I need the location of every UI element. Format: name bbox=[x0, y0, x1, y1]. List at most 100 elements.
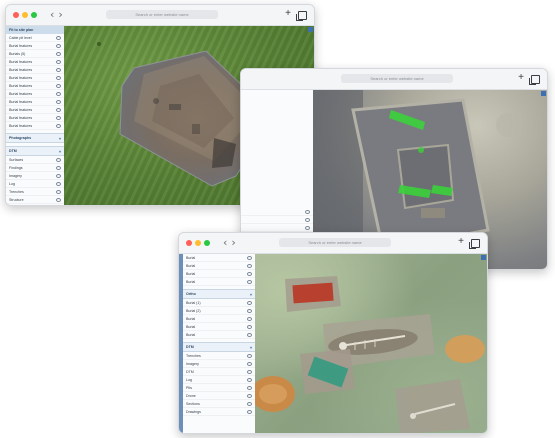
plus-icon[interactable]: + bbox=[518, 72, 524, 84]
layer-item[interactable]: Burial bbox=[183, 278, 255, 286]
layer-item[interactable]: Trenches bbox=[183, 352, 255, 360]
layer-item[interactable]: Surfaces bbox=[6, 156, 64, 164]
eye-icon[interactable] bbox=[56, 43, 61, 48]
eye-icon[interactable] bbox=[56, 189, 61, 194]
eye-icon[interactable] bbox=[247, 308, 252, 313]
minimize-window-button[interactable] bbox=[22, 12, 28, 18]
eye-icon[interactable] bbox=[56, 165, 61, 170]
eye-icon[interactable] bbox=[56, 99, 61, 104]
layer-item[interactable]: Structure bbox=[6, 196, 64, 204]
layer-item[interactable]: Burial bbox=[183, 315, 255, 323]
maximize-window-button[interactable] bbox=[204, 240, 210, 246]
eye-icon[interactable] bbox=[56, 91, 61, 96]
eye-icon[interactable] bbox=[247, 401, 252, 406]
eye-icon[interactable] bbox=[247, 300, 252, 305]
eye-icon[interactable] bbox=[247, 332, 252, 337]
map-control[interactable] bbox=[541, 91, 546, 96]
layer-item[interactable]: Pits bbox=[183, 384, 255, 392]
layer-item[interactable]: Burial features bbox=[6, 66, 64, 74]
tabs-icon[interactable] bbox=[469, 239, 480, 249]
eye-icon[interactable] bbox=[247, 271, 252, 276]
layer-item[interactable]: Burial features bbox=[6, 106, 64, 114]
map-control[interactable] bbox=[308, 27, 313, 32]
eye-icon[interactable] bbox=[56, 75, 61, 80]
eye-icon[interactable] bbox=[247, 263, 252, 268]
eye-icon[interactable] bbox=[247, 324, 252, 329]
eye-icon[interactable] bbox=[56, 173, 61, 178]
layer-item[interactable]: Burial (2) bbox=[183, 307, 255, 315]
address-bar[interactable]: Search or enter website name bbox=[106, 10, 218, 19]
eye-icon[interactable] bbox=[305, 209, 310, 214]
eye-icon[interactable] bbox=[56, 107, 61, 112]
layer-group[interactable]: DTM ▾ bbox=[6, 146, 64, 156]
tabs-icon[interactable] bbox=[529, 75, 540, 85]
eye-icon[interactable] bbox=[247, 377, 252, 382]
layer-item[interactable]: Burial bbox=[183, 323, 255, 331]
eye-icon[interactable] bbox=[247, 393, 252, 398]
plus-icon[interactable]: + bbox=[458, 236, 464, 248]
layer-item[interactable]: Burial (1) bbox=[183, 299, 255, 307]
layer-item[interactable]: Burial features bbox=[6, 122, 64, 130]
eye-icon[interactable] bbox=[247, 369, 252, 374]
eye-icon[interactable] bbox=[56, 157, 61, 162]
chevron-right-icon[interactable]: › bbox=[231, 236, 239, 249]
eye-icon[interactable] bbox=[247, 361, 252, 366]
close-window-button[interactable] bbox=[186, 240, 192, 246]
layer-item[interactable]: Log bbox=[6, 180, 64, 188]
burials-orthophoto-map[interactable] bbox=[255, 254, 487, 433]
layer-item[interactable]: Trenches bbox=[6, 188, 64, 196]
layer-item[interactable]: Cable pit level bbox=[6, 34, 64, 42]
eye-icon[interactable] bbox=[56, 83, 61, 88]
minimize-window-button[interactable] bbox=[195, 240, 201, 246]
map-control[interactable] bbox=[481, 255, 486, 260]
chevron-down-icon[interactable]: ▾ bbox=[59, 149, 61, 154]
address-bar[interactable]: Search or enter website name bbox=[341, 74, 453, 83]
eye-icon[interactable] bbox=[247, 255, 252, 260]
eye-icon[interactable] bbox=[56, 67, 61, 72]
layer-item[interactable]: Burial features bbox=[6, 58, 64, 66]
tabs-icon[interactable] bbox=[296, 11, 307, 21]
eye-icon[interactable] bbox=[56, 115, 61, 120]
eye-icon[interactable] bbox=[247, 279, 252, 284]
layer-item[interactable]: DTM bbox=[183, 368, 255, 376]
eye-icon[interactable] bbox=[56, 35, 61, 40]
eye-icon[interactable] bbox=[247, 316, 252, 321]
layer-item[interactable]: Burial features bbox=[6, 74, 64, 82]
layer-item[interactable] bbox=[241, 216, 313, 224]
eye-icon[interactable] bbox=[247, 409, 252, 414]
layer-item[interactable]: Burial features bbox=[6, 114, 64, 122]
eye-icon[interactable] bbox=[56, 51, 61, 56]
eye-icon[interactable] bbox=[305, 217, 310, 222]
eye-icon[interactable] bbox=[305, 225, 310, 230]
layer-item[interactable]: Drone bbox=[183, 392, 255, 400]
eye-icon[interactable] bbox=[56, 59, 61, 64]
chevron-down-icon[interactable]: ▾ bbox=[59, 136, 61, 141]
layer-item[interactable] bbox=[241, 224, 313, 232]
layer-item[interactable]: Burials (5) bbox=[6, 50, 64, 58]
layer-item[interactable]: Burial bbox=[183, 270, 255, 278]
close-window-button[interactable] bbox=[13, 12, 19, 18]
eye-icon[interactable] bbox=[247, 385, 252, 390]
layer-item[interactable]: Sections bbox=[183, 400, 255, 408]
plus-icon[interactable]: + bbox=[285, 8, 291, 20]
layer-group[interactable]: Photographs ▾ bbox=[6, 133, 64, 143]
layer-item[interactable]: Burial features bbox=[6, 42, 64, 50]
eye-icon[interactable] bbox=[56, 197, 61, 202]
layer-item[interactable]: Log bbox=[183, 376, 255, 384]
layer-group[interactable]: DTM ▾ bbox=[183, 342, 255, 352]
layer-item[interactable]: Findings bbox=[6, 164, 64, 172]
layer-item[interactable]: Drawings bbox=[183, 408, 255, 416]
layer-group[interactable]: Ortho ▾ bbox=[183, 289, 255, 299]
layer-item[interactable]: Burial bbox=[183, 262, 255, 270]
eye-icon[interactable] bbox=[56, 123, 61, 128]
eye-icon[interactable] bbox=[56, 181, 61, 186]
chevron-down-icon[interactable]: ▾ bbox=[250, 345, 252, 350]
eye-icon[interactable] bbox=[247, 353, 252, 358]
chevron-down-icon[interactable]: ▾ bbox=[250, 292, 252, 297]
address-bar[interactable]: Search or enter website name bbox=[279, 238, 391, 247]
layer-item[interactable]: Burial bbox=[183, 254, 255, 262]
layer-item[interactable] bbox=[241, 208, 313, 216]
layer-item[interactable]: Burial features bbox=[6, 90, 64, 98]
layer-item[interactable]: Imagery bbox=[183, 360, 255, 368]
chevron-right-icon[interactable]: › bbox=[58, 8, 66, 21]
